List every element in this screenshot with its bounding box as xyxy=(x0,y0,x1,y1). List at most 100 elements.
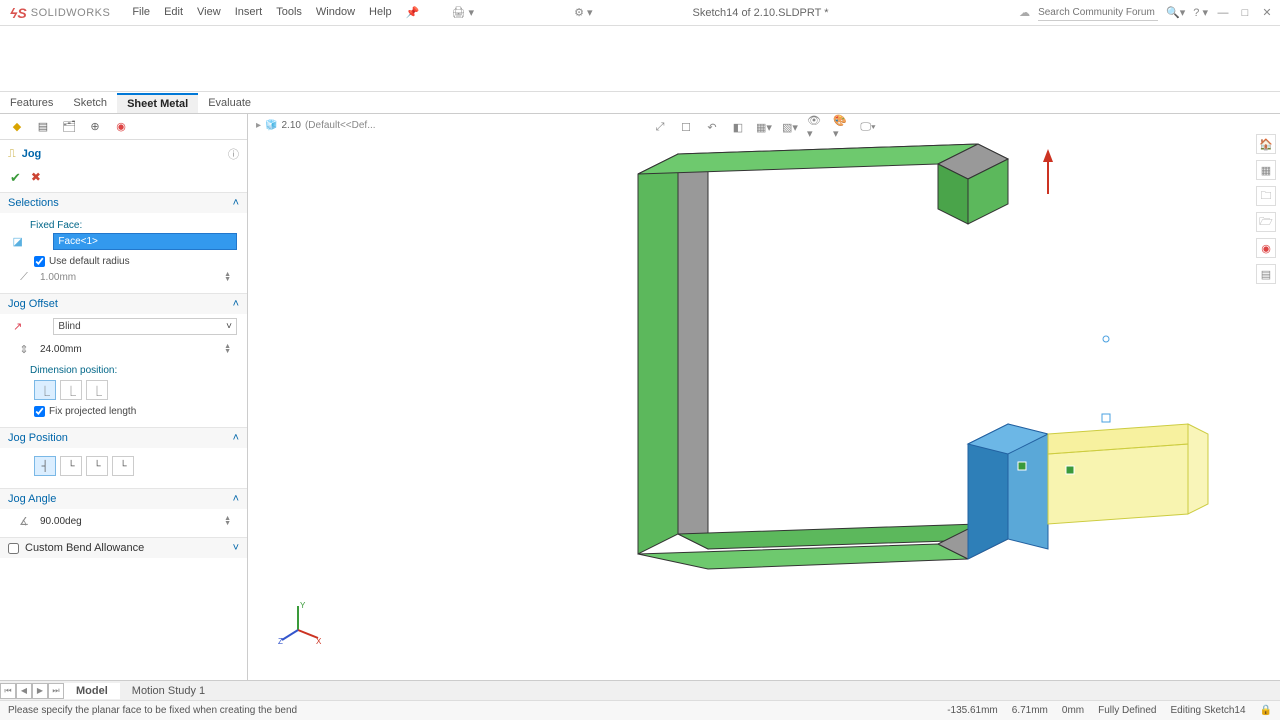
section-jog-position-header[interactable]: Jog Position ˄ xyxy=(0,427,247,448)
command-tabbar: Features Sketch Sheet Metal Evaluate xyxy=(0,92,1280,114)
orientation-triad[interactable]: Y X Z xyxy=(278,600,318,640)
app-logo: ϟS SOLIDWORKS xyxy=(0,5,120,21)
direction-icon[interactable]: ↗ xyxy=(10,319,25,335)
tab-model[interactable]: Model xyxy=(64,683,120,699)
home-button[interactable]: 🏠 xyxy=(1256,134,1276,154)
design-library-button[interactable]: 🗀 xyxy=(1256,186,1276,206)
help-icon[interactable]: ? ▾ xyxy=(1193,6,1208,19)
custom-bend-check[interactable] xyxy=(8,543,19,554)
tab-sheet-metal[interactable]: Sheet Metal xyxy=(117,93,198,113)
fix-projected-input[interactable] xyxy=(34,406,45,417)
menu-view[interactable]: View xyxy=(197,6,221,19)
pin-icon[interactable]: 📌 xyxy=(406,6,420,19)
fixed-face-selection[interactable]: Face<1> xyxy=(53,233,237,250)
chevron-up-icon: ˄ xyxy=(233,432,239,444)
jogpos-material-outside-button[interactable]: └ xyxy=(86,456,108,476)
distance-icon: ⇕ xyxy=(16,341,32,357)
graphics-canvas[interactable]: ▸ 🧊 2.10 (Default<<Def... ⤢ ☐ ↶ ◧ ▦▾ ▧▾ … xyxy=(248,114,1280,680)
chevron-down-icon: ˅ xyxy=(226,321,232,332)
jogpos-material-inside-button[interactable]: └ xyxy=(60,456,82,476)
fix-projected-check[interactable]: Fix projected length xyxy=(34,406,237,417)
chevron-up-icon: ˄ xyxy=(233,298,239,310)
cloud-icon[interactable]: ☁ xyxy=(1019,6,1030,19)
ribbon-area xyxy=(0,26,1280,92)
tab-features[interactable]: Features xyxy=(0,94,63,112)
expand-tree-icon[interactable]: ▸ xyxy=(256,120,261,131)
pm-tab-icons: ◆ ▤ 🗂 ⊕ ◉ xyxy=(0,114,247,140)
status-mode: Editing Sketch14 xyxy=(1170,705,1245,716)
appearance-button[interactable]: ▤ xyxy=(1256,264,1276,284)
angle-spinner[interactable]: ▲▼ xyxy=(224,516,231,526)
jog-angle-value[interactable]: 90.00deg xyxy=(40,516,82,527)
display-icon[interactable]: ⊕ xyxy=(86,118,104,136)
angle-icon: ∡ xyxy=(16,513,32,529)
distance-spinner[interactable]: ▲▼ xyxy=(224,344,231,354)
logo-mark-icon: ϟS xyxy=(10,5,27,21)
menu-help[interactable]: Help xyxy=(369,6,392,19)
config-icon[interactable]: 🗂 xyxy=(60,118,78,136)
jogpos-bend-outside-button[interactable]: └ xyxy=(112,456,134,476)
menu-window[interactable]: Window xyxy=(316,6,355,19)
tab-prev-button[interactable]: ◀ xyxy=(16,683,32,699)
view-palette-button[interactable]: ◉ xyxy=(1256,238,1276,258)
use-default-radius-check[interactable]: Use default radius xyxy=(34,256,237,267)
print-icon[interactable]: 🖨 ▾ xyxy=(452,6,475,19)
tab-nav: ⏮ ◀ ▶ ⏭ xyxy=(0,683,64,699)
maximize-button[interactable]: □ xyxy=(1238,6,1252,20)
dimpos-inside-button[interactable]: ⎿ xyxy=(60,380,82,400)
dimension-position-buttons: ⎿ ⎿ ⎿ xyxy=(34,380,237,400)
jogpos-bend-centerline-button[interactable]: ┤ xyxy=(34,456,56,476)
offset-distance[interactable]: 24.00mm xyxy=(40,344,82,355)
tab-evaluate[interactable]: Evaluate xyxy=(198,94,261,112)
section-jog-offset-header[interactable]: Jog Offset ˄ xyxy=(0,293,247,314)
part-icon: 🧊 xyxy=(265,120,277,131)
tab-next-button[interactable]: ▶ xyxy=(32,683,48,699)
face-select-icon[interactable]: ◪ xyxy=(10,234,25,250)
resources-button[interactable]: ▦ xyxy=(1256,160,1276,180)
workspace: ◆ ▤ 🗂 ⊕ ◉ ⎍ Jog ⓘ ✔ ✖ Selections ˄ Fixed… xyxy=(0,114,1280,680)
titlebar: ϟS SOLIDWORKS File Edit View Insert Tool… xyxy=(0,0,1280,26)
cancel-button[interactable]: ✖ xyxy=(31,170,41,186)
dimpos-overall-button[interactable]: ⎿ xyxy=(86,380,108,400)
status-units-icon[interactable]: 🔒 xyxy=(1260,705,1272,716)
menu-insert[interactable]: Insert xyxy=(235,6,263,19)
close-button[interactable]: ✕ xyxy=(1260,6,1274,20)
feature-tree-breadcrumb[interactable]: ▸ 🧊 2.10 (Default<<Def... xyxy=(256,120,376,131)
gear-icon[interactable]: ⚙ ▾ xyxy=(574,6,592,19)
tab-sketch[interactable]: Sketch xyxy=(63,94,117,112)
section-selections-header[interactable]: Selections ˄ xyxy=(0,192,247,213)
menu-file[interactable]: File xyxy=(132,6,150,19)
feature-tree-icon[interactable]: ◆ xyxy=(8,118,26,136)
jog-position-buttons: ┤ └ └ └ xyxy=(34,456,237,476)
status-prompt: Please specify the planar face to be fix… xyxy=(8,705,297,716)
end-condition-select[interactable]: Blind ˅ xyxy=(53,318,237,335)
status-coord-y: 6.71mm xyxy=(1012,705,1048,716)
radius-spinner[interactable]: ▲▼ xyxy=(224,272,231,282)
tab-motion-study[interactable]: Motion Study 1 xyxy=(120,683,217,699)
file-explorer-button[interactable]: 🗁 xyxy=(1256,212,1276,232)
dimpos-outside-button[interactable]: ⎿ xyxy=(34,380,56,400)
use-default-radius-input[interactable] xyxy=(34,256,45,267)
section-custom-bend-header[interactable]: Custom Bend Allowance ˅ xyxy=(0,537,247,558)
pm-panel-icon[interactable]: ▤ xyxy=(34,118,52,136)
ok-button[interactable]: ✔ xyxy=(10,170,21,186)
fixed-face-label: Fixed Face: xyxy=(30,220,237,231)
statusbar: Please specify the planar face to be fix… xyxy=(0,700,1280,720)
model-3d xyxy=(508,114,1268,674)
svg-text:X: X xyxy=(316,637,322,646)
tab-first-button[interactable]: ⏮ xyxy=(0,683,16,699)
menu-tools[interactable]: Tools xyxy=(276,6,302,19)
radius-value[interactable]: 1.00mm xyxy=(40,272,76,283)
search-input[interactable] xyxy=(1038,5,1158,21)
appearance-icon[interactable]: ◉ xyxy=(112,118,130,136)
pm-help-icon[interactable]: ⓘ xyxy=(228,146,239,162)
section-jog-angle-header[interactable]: Jog Angle ˄ xyxy=(0,488,247,509)
property-manager: ◆ ▤ 🗂 ⊕ ◉ ⎍ Jog ⓘ ✔ ✖ Selections ˄ Fixed… xyxy=(0,114,248,680)
jog-feature-icon: ⎍ xyxy=(8,148,16,161)
minimize-button[interactable]: — xyxy=(1216,6,1230,20)
tab-last-button[interactable]: ⏭ xyxy=(48,683,64,699)
chevron-down-icon: ˅ xyxy=(233,542,239,554)
search-icon[interactable]: 🔍▾ xyxy=(1166,6,1185,19)
feature-name: Jog xyxy=(22,148,42,160)
menu-edit[interactable]: Edit xyxy=(164,6,183,19)
